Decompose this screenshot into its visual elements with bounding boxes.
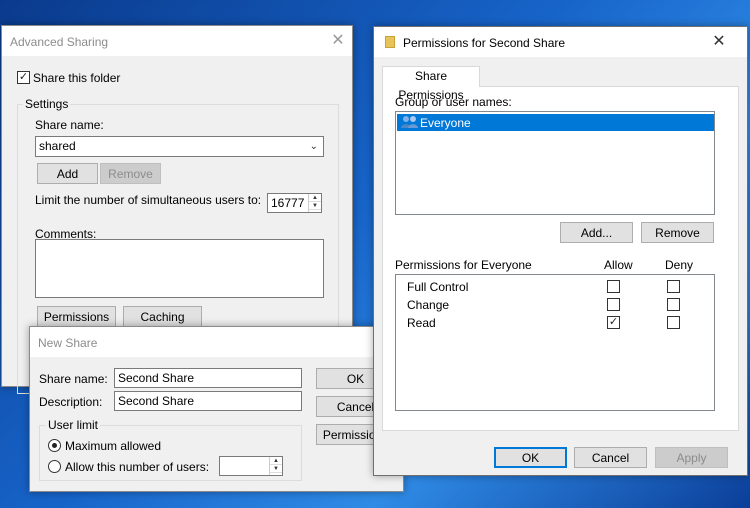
apply-button[interactable]: Apply	[655, 447, 728, 468]
stepper-arrows[interactable]: ▲ ▼	[308, 194, 321, 212]
user-count-stepper[interactable]: ▲ ▼	[219, 456, 283, 476]
caching-button[interactable]: Caching	[123, 306, 202, 328]
read-deny-checkbox[interactable]	[667, 316, 680, 329]
deny-header: Deny	[665, 258, 694, 272]
ok-button[interactable]: OK	[494, 447, 567, 468]
permission-name: Full Control	[407, 280, 469, 294]
remove-button[interactable]: Remove	[641, 222, 714, 243]
share-this-folder-label: Share this folder	[33, 71, 121, 85]
permissions-for-label: Permissions for Everyone	[395, 258, 532, 272]
users-icon	[401, 116, 418, 128]
close-icon[interactable]: ✕	[710, 33, 728, 51]
allow-number-radio[interactable]	[48, 460, 61, 473]
window-title: Permissions for Second Share	[403, 36, 566, 50]
description-label: Description:	[39, 395, 103, 409]
share-name-dropdown[interactable]: shared ⌄	[35, 136, 324, 157]
add-button[interactable]: Add...	[560, 222, 633, 243]
group-names-list[interactable]: Everyone	[395, 111, 715, 215]
advanced-sharing-titlebar[interactable]: Advanced Sharing ✕	[2, 26, 352, 56]
limit-users-label: Limit the number of simultaneous users t…	[35, 193, 262, 207]
full-control-deny-checkbox[interactable]	[667, 280, 680, 293]
add-button[interactable]: Add	[37, 163, 98, 184]
close-icon[interactable]: ✕	[329, 32, 347, 50]
group-names-label: Group or user names:	[395, 95, 512, 109]
down-arrow-icon[interactable]: ▼	[270, 465, 282, 473]
share-name-label: Share name:	[35, 118, 104, 132]
comments-textarea[interactable]	[35, 239, 324, 298]
share-name-input[interactable]: Second Share	[114, 368, 302, 388]
up-arrow-icon[interactable]: ▲	[309, 194, 321, 202]
new-share-titlebar[interactable]: New Share	[30, 327, 403, 357]
allow-header: Allow	[604, 258, 633, 272]
tab-share-permissions[interactable]: Share Permissions	[382, 66, 480, 102]
settings-label: Settings	[23, 97, 71, 111]
folder-icon	[385, 36, 395, 48]
change-deny-checkbox[interactable]	[667, 298, 680, 311]
share-this-folder-checkbox[interactable]: ✓	[17, 71, 30, 84]
permissions-titlebar[interactable]: Permissions for Second Share ✕	[374, 27, 747, 57]
permission-name: Read	[407, 316, 436, 330]
user-name: Everyone	[420, 116, 471, 130]
window-title: Advanced Sharing	[10, 35, 109, 49]
limit-users-value: 16777	[271, 196, 305, 210]
maximum-allowed-radio[interactable]	[48, 439, 61, 452]
maximum-allowed-label: Maximum allowed	[65, 439, 162, 453]
read-allow-checkbox[interactable]: ✓	[607, 316, 620, 329]
change-allow-checkbox[interactable]	[607, 298, 620, 311]
full-control-allow-checkbox[interactable]	[607, 280, 620, 293]
user-limit-label: User limit	[46, 418, 100, 432]
new-share-window: New Share Share name: Second Share Descr…	[29, 326, 404, 492]
window-title: New Share	[38, 336, 98, 350]
stepper-arrows[interactable]: ▲ ▼	[269, 457, 282, 475]
limit-users-stepper[interactable]: 16777 ▲ ▼	[267, 193, 322, 213]
share-name-value: shared	[39, 139, 76, 153]
share-name-label: Share name:	[39, 372, 108, 386]
up-arrow-icon[interactable]: ▲	[270, 457, 282, 465]
permissions-button[interactable]: Permissions	[37, 306, 116, 328]
permissions-list: Full Control Change Read ✓	[395, 274, 715, 411]
down-arrow-icon[interactable]: ▼	[309, 202, 321, 210]
permission-name: Change	[407, 298, 450, 312]
permissions-window: Permissions for Second Share ✕ Share Per…	[373, 26, 748, 476]
cancel-button[interactable]: Cancel	[574, 447, 647, 468]
chevron-down-icon: ⌄	[309, 141, 318, 152]
remove-button[interactable]: Remove	[100, 163, 161, 184]
allow-number-label: Allow this number of users:	[65, 460, 210, 474]
description-input[interactable]: Second Share	[114, 391, 302, 411]
list-item[interactable]: Everyone	[397, 114, 714, 131]
